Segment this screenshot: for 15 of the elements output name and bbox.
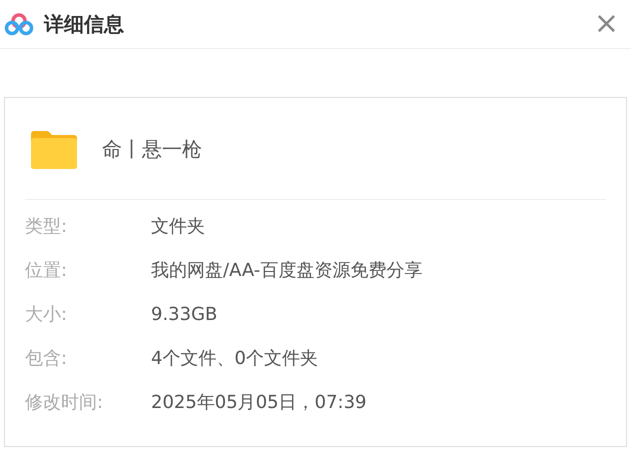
close-button[interactable]: × xyxy=(590,9,623,39)
property-value: 我的网盘/AA-百度盘资源免费分享 xyxy=(151,258,422,282)
property-value: 2025年05月05日，07:39 xyxy=(151,390,366,414)
property-label: 大小: xyxy=(25,302,68,326)
property-value: 文件夹 xyxy=(151,214,205,238)
cloud-logo-icon xyxy=(4,12,34,36)
property-label: 修改时间: xyxy=(25,390,104,414)
property-value: 4个文件、0个文件夹 xyxy=(151,346,318,370)
window-title: 详细信息 xyxy=(44,11,124,38)
property-label: 类型: xyxy=(25,214,68,238)
property-value: 9.33GB xyxy=(151,302,218,326)
property-label: 包含: xyxy=(25,346,68,370)
property-label: 位置: xyxy=(25,258,68,282)
folder-name: 命丨悬一枪 xyxy=(102,136,202,162)
folder-icon xyxy=(31,128,77,168)
